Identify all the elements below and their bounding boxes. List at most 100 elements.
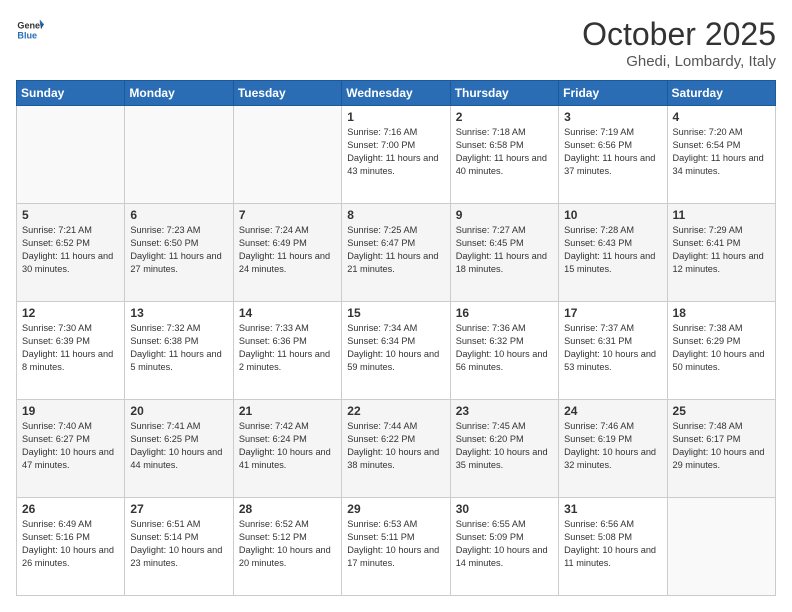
sunset: Sunset: 6:54 PM bbox=[673, 140, 741, 150]
sunrise: Sunrise: 7:37 AM bbox=[564, 323, 634, 333]
sunrise: Sunrise: 7:19 AM bbox=[564, 127, 634, 137]
day-number: 21 bbox=[239, 404, 336, 418]
daylight: Daylight: 10 hours and 11 minutes. bbox=[564, 545, 656, 568]
day-info: Sunrise: 6:51 AM Sunset: 5:14 PM Dayligh… bbox=[130, 518, 227, 570]
day-number: 31 bbox=[564, 502, 661, 516]
sunrise: Sunrise: 6:52 AM bbox=[239, 519, 309, 529]
sunset: Sunset: 5:12 PM bbox=[239, 532, 307, 542]
week-row: 5 Sunrise: 7:21 AM Sunset: 6:52 PM Dayli… bbox=[17, 204, 776, 302]
table-row: 7 Sunrise: 7:24 AM Sunset: 6:49 PM Dayli… bbox=[233, 204, 341, 302]
day-info: Sunrise: 7:38 AM Sunset: 6:29 PM Dayligh… bbox=[673, 322, 770, 374]
daylight: Daylight: 10 hours and 17 minutes. bbox=[347, 545, 439, 568]
day-number: 7 bbox=[239, 208, 336, 222]
table-row: 27 Sunrise: 6:51 AM Sunset: 5:14 PM Dayl… bbox=[125, 498, 233, 596]
daylight: Daylight: 10 hours and 47 minutes. bbox=[22, 447, 114, 470]
week-row: 12 Sunrise: 7:30 AM Sunset: 6:39 PM Dayl… bbox=[17, 302, 776, 400]
table-row bbox=[125, 106, 233, 204]
day-info: Sunrise: 7:40 AM Sunset: 6:27 PM Dayligh… bbox=[22, 420, 119, 472]
table-row: 12 Sunrise: 7:30 AM Sunset: 6:39 PM Dayl… bbox=[17, 302, 125, 400]
daylight: Daylight: 11 hours and 37 minutes. bbox=[564, 153, 655, 176]
table-row: 15 Sunrise: 7:34 AM Sunset: 6:34 PM Dayl… bbox=[342, 302, 450, 400]
day-number: 3 bbox=[564, 110, 661, 124]
daylight: Daylight: 11 hours and 34 minutes. bbox=[673, 153, 764, 176]
day-info: Sunrise: 7:30 AM Sunset: 6:39 PM Dayligh… bbox=[22, 322, 119, 374]
sunrise: Sunrise: 7:21 AM bbox=[22, 225, 92, 235]
day-info: Sunrise: 7:45 AM Sunset: 6:20 PM Dayligh… bbox=[456, 420, 553, 472]
day-number: 27 bbox=[130, 502, 227, 516]
day-info: Sunrise: 7:41 AM Sunset: 6:25 PM Dayligh… bbox=[130, 420, 227, 472]
daylight: Daylight: 10 hours and 14 minutes. bbox=[456, 545, 548, 568]
table-row bbox=[667, 498, 775, 596]
sunset: Sunset: 7:00 PM bbox=[347, 140, 415, 150]
day-info: Sunrise: 7:21 AM Sunset: 6:52 PM Dayligh… bbox=[22, 224, 119, 276]
sunrise: Sunrise: 6:49 AM bbox=[22, 519, 92, 529]
day-number: 28 bbox=[239, 502, 336, 516]
day-info: Sunrise: 7:28 AM Sunset: 6:43 PM Dayligh… bbox=[564, 224, 661, 276]
sunrise: Sunrise: 6:51 AM bbox=[130, 519, 200, 529]
sunrise: Sunrise: 7:42 AM bbox=[239, 421, 309, 431]
sunset: Sunset: 6:52 PM bbox=[22, 238, 90, 248]
daylight: Daylight: 10 hours and 41 minutes. bbox=[239, 447, 331, 470]
sunrise: Sunrise: 7:41 AM bbox=[130, 421, 200, 431]
day-number: 25 bbox=[673, 404, 770, 418]
sunset: Sunset: 5:09 PM bbox=[456, 532, 524, 542]
col-saturday: Saturday bbox=[667, 81, 775, 106]
sunset: Sunset: 6:41 PM bbox=[673, 238, 741, 248]
day-number: 20 bbox=[130, 404, 227, 418]
table-row: 25 Sunrise: 7:48 AM Sunset: 6:17 PM Dayl… bbox=[667, 400, 775, 498]
table-row: 30 Sunrise: 6:55 AM Sunset: 5:09 PM Dayl… bbox=[450, 498, 558, 596]
table-row: 24 Sunrise: 7:46 AM Sunset: 6:19 PM Dayl… bbox=[559, 400, 667, 498]
week-row: 26 Sunrise: 6:49 AM Sunset: 5:16 PM Dayl… bbox=[17, 498, 776, 596]
day-info: Sunrise: 7:32 AM Sunset: 6:38 PM Dayligh… bbox=[130, 322, 227, 374]
day-info: Sunrise: 6:56 AM Sunset: 5:08 PM Dayligh… bbox=[564, 518, 661, 570]
sunrise: Sunrise: 7:16 AM bbox=[347, 127, 417, 137]
calendar: Sunday Monday Tuesday Wednesday Thursday… bbox=[16, 80, 776, 596]
day-number: 17 bbox=[564, 306, 661, 320]
daylight: Daylight: 11 hours and 2 minutes. bbox=[239, 349, 330, 372]
table-row bbox=[233, 106, 341, 204]
daylight: Daylight: 11 hours and 30 minutes. bbox=[22, 251, 113, 274]
day-info: Sunrise: 6:52 AM Sunset: 5:12 PM Dayligh… bbox=[239, 518, 336, 570]
day-number: 18 bbox=[673, 306, 770, 320]
table-row: 26 Sunrise: 6:49 AM Sunset: 5:16 PM Dayl… bbox=[17, 498, 125, 596]
table-row: 19 Sunrise: 7:40 AM Sunset: 6:27 PM Dayl… bbox=[17, 400, 125, 498]
table-row: 2 Sunrise: 7:18 AM Sunset: 6:58 PM Dayli… bbox=[450, 106, 558, 204]
daylight: Daylight: 10 hours and 32 minutes. bbox=[564, 447, 656, 470]
sunrise: Sunrise: 7:24 AM bbox=[239, 225, 309, 235]
daylight: Daylight: 10 hours and 53 minutes. bbox=[564, 349, 656, 372]
day-info: Sunrise: 7:23 AM Sunset: 6:50 PM Dayligh… bbox=[130, 224, 227, 276]
table-row: 16 Sunrise: 7:36 AM Sunset: 6:32 PM Dayl… bbox=[450, 302, 558, 400]
daylight: Daylight: 11 hours and 27 minutes. bbox=[130, 251, 221, 274]
day-number: 19 bbox=[22, 404, 119, 418]
sunrise: Sunrise: 7:40 AM bbox=[22, 421, 92, 431]
daylight: Daylight: 10 hours and 26 minutes. bbox=[22, 545, 114, 568]
sunrise: Sunrise: 7:33 AM bbox=[239, 323, 309, 333]
day-info: Sunrise: 7:37 AM Sunset: 6:31 PM Dayligh… bbox=[564, 322, 661, 374]
sunrise: Sunrise: 7:34 AM bbox=[347, 323, 417, 333]
daylight: Daylight: 11 hours and 5 minutes. bbox=[130, 349, 221, 372]
day-number: 13 bbox=[130, 306, 227, 320]
day-info: Sunrise: 7:25 AM Sunset: 6:47 PM Dayligh… bbox=[347, 224, 444, 276]
sunset: Sunset: 6:38 PM bbox=[130, 336, 198, 346]
sunset: Sunset: 6:58 PM bbox=[456, 140, 524, 150]
sunset: Sunset: 6:43 PM bbox=[564, 238, 632, 248]
sunrise: Sunrise: 7:38 AM bbox=[673, 323, 743, 333]
daylight: Daylight: 10 hours and 50 minutes. bbox=[673, 349, 765, 372]
table-row: 6 Sunrise: 7:23 AM Sunset: 6:50 PM Dayli… bbox=[125, 204, 233, 302]
col-thursday: Thursday bbox=[450, 81, 558, 106]
calendar-body: 1 Sunrise: 7:16 AM Sunset: 7:00 PM Dayli… bbox=[17, 106, 776, 596]
sunset: Sunset: 6:32 PM bbox=[456, 336, 524, 346]
table-row: 31 Sunrise: 6:56 AM Sunset: 5:08 PM Dayl… bbox=[559, 498, 667, 596]
sunset: Sunset: 6:17 PM bbox=[673, 434, 741, 444]
day-number: 9 bbox=[456, 208, 553, 222]
sunset: Sunset: 5:11 PM bbox=[347, 532, 414, 542]
table-row: 20 Sunrise: 7:41 AM Sunset: 6:25 PM Dayl… bbox=[125, 400, 233, 498]
sunset: Sunset: 6:31 PM bbox=[564, 336, 632, 346]
daylight: Daylight: 11 hours and 18 minutes. bbox=[456, 251, 547, 274]
table-row bbox=[17, 106, 125, 204]
day-info: Sunrise: 7:34 AM Sunset: 6:34 PM Dayligh… bbox=[347, 322, 444, 374]
daylight: Daylight: 10 hours and 20 minutes. bbox=[239, 545, 331, 568]
daylight: Daylight: 10 hours and 35 minutes. bbox=[456, 447, 548, 470]
daylight: Daylight: 11 hours and 43 minutes. bbox=[347, 153, 438, 176]
sunset: Sunset: 6:27 PM bbox=[22, 434, 90, 444]
